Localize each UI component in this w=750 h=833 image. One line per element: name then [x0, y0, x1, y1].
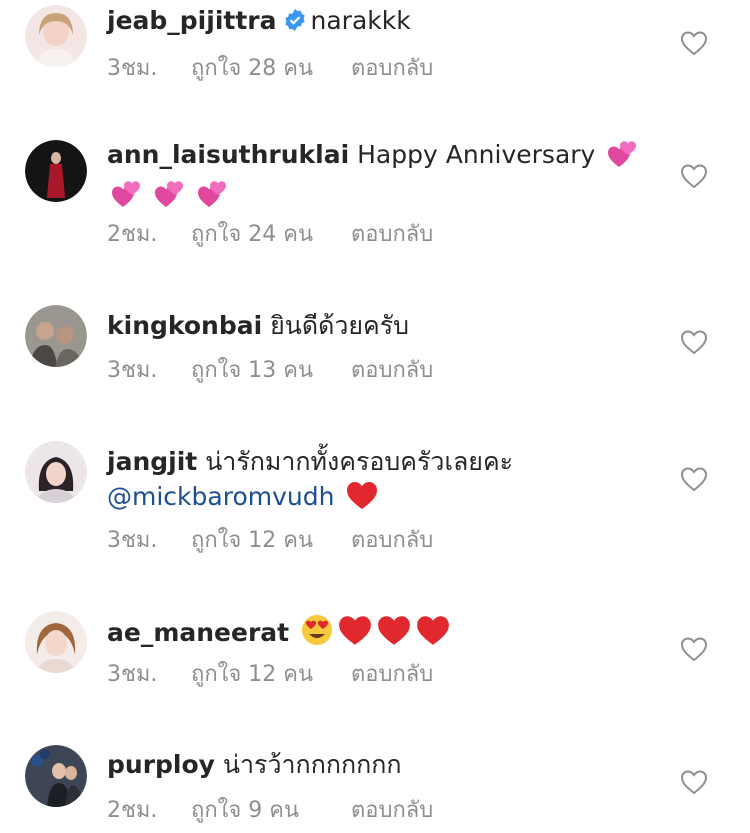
like-heart-icon[interactable]: [680, 636, 708, 662]
comment-text: น่ารักมากทั้งครอบครัวเลยคะ: [205, 447, 514, 476]
timestamp: 3ชม.: [107, 528, 158, 553]
sparkling-heart-icon: [110, 179, 142, 218]
reply-button[interactable]: ตอบกลับ: [351, 54, 433, 84]
sparkling-heart-icon: [606, 139, 638, 178]
comment-text: narakkk: [310, 6, 411, 35]
username[interactable]: ae_maneerat: [107, 618, 289, 647]
red-heart-icon: [337, 613, 373, 656]
red-heart-icon: [415, 613, 451, 656]
comment-text: น่ารว้ากกกกกกก: [222, 750, 402, 779]
sparkling-heart-icon: [196, 179, 228, 218]
like-heart-icon[interactable]: [680, 769, 708, 795]
heart-eyes-icon: [300, 613, 334, 656]
comment-text: Happy Anniversary: [357, 140, 596, 169]
comment-meta: 2ชม. ถูกใจ 24 คน ตอบกลับ: [107, 220, 433, 250]
like-heart-icon[interactable]: [680, 30, 708, 56]
reply-button[interactable]: ตอบกลับ: [351, 526, 433, 556]
reply-button[interactable]: ตอบกลับ: [351, 796, 433, 826]
timestamp: 3ชม.: [107, 358, 158, 383]
timestamp: 3ชม.: [107, 56, 158, 81]
comment-text: ยินดีด้วยครับ: [270, 311, 410, 340]
reply-button[interactable]: ตอบกลับ: [351, 220, 433, 250]
timestamp: 3ชม.: [107, 662, 158, 687]
like-count[interactable]: ถูกใจ 9 คน: [191, 796, 351, 826]
red-heart-icon: [345, 479, 379, 520]
username[interactable]: jangjit: [107, 447, 197, 476]
like-heart-icon[interactable]: [680, 329, 708, 355]
like-count[interactable]: ถูกใจ 12 คน: [191, 660, 351, 690]
username[interactable]: ann_laisuthruklai: [107, 140, 349, 169]
like-heart-icon[interactable]: [680, 466, 708, 492]
comment-body: purploy น่ารว้ากกกกกกก: [107, 748, 667, 782]
comment-meta: 3ชม. ถูกใจ 13 คน ตอบกลับ: [107, 356, 433, 386]
avatar[interactable]: [25, 745, 87, 807]
comment-body: kingkonbai ยินดีด้วยครับ: [107, 309, 667, 343]
like-count[interactable]: ถูกใจ 24 คน: [191, 220, 351, 250]
like-count[interactable]: ถูกใจ 13 คน: [191, 356, 351, 386]
verified-badge-icon: [283, 7, 307, 31]
comment-meta: 3ชม. ถูกใจ 28 คน ตอบกลับ: [107, 54, 433, 84]
avatar[interactable]: [25, 441, 87, 503]
comment-meta: 2ชม. ถูกใจ 9 คน ตอบกลับ: [107, 796, 433, 826]
username[interactable]: kingkonbai: [107, 311, 262, 340]
sparkling-heart-icon: [153, 179, 185, 218]
reply-button[interactable]: ตอบกลับ: [351, 660, 433, 690]
like-count[interactable]: ถูกใจ 12 คน: [191, 526, 351, 556]
comment-meta: 3ชม. ถูกใจ 12 คน ตอบกลับ: [107, 660, 433, 690]
avatar[interactable]: [25, 305, 87, 367]
comment-body: ae_maneerat: [107, 613, 667, 656]
username[interactable]: jeab_pijittra: [107, 6, 277, 35]
avatar[interactable]: [25, 5, 87, 67]
avatar[interactable]: [25, 611, 87, 673]
red-heart-icon: [376, 613, 412, 656]
comment-meta: 3ชม. ถูกใจ 12 คน ตอบกลับ: [107, 526, 433, 556]
comment-body: jangjit น่ารักมากทั้งครอบครัวเลยคะ @mick…: [107, 445, 667, 520]
comment-body: jeab_pijittra narakkk: [107, 4, 667, 38]
comment-body: ann_laisuthruklai Happy Anniversary: [107, 138, 647, 218]
like-count[interactable]: ถูกใจ 28 คน: [191, 54, 351, 84]
mention-link[interactable]: @mickbaromvudh: [107, 482, 334, 511]
reply-button[interactable]: ตอบกลับ: [351, 356, 433, 386]
timestamp: 2ชม.: [107, 798, 158, 823]
like-heart-icon[interactable]: [680, 163, 708, 189]
avatar[interactable]: [25, 140, 87, 202]
timestamp: 2ชม.: [107, 222, 158, 247]
username[interactable]: purploy: [107, 750, 215, 779]
